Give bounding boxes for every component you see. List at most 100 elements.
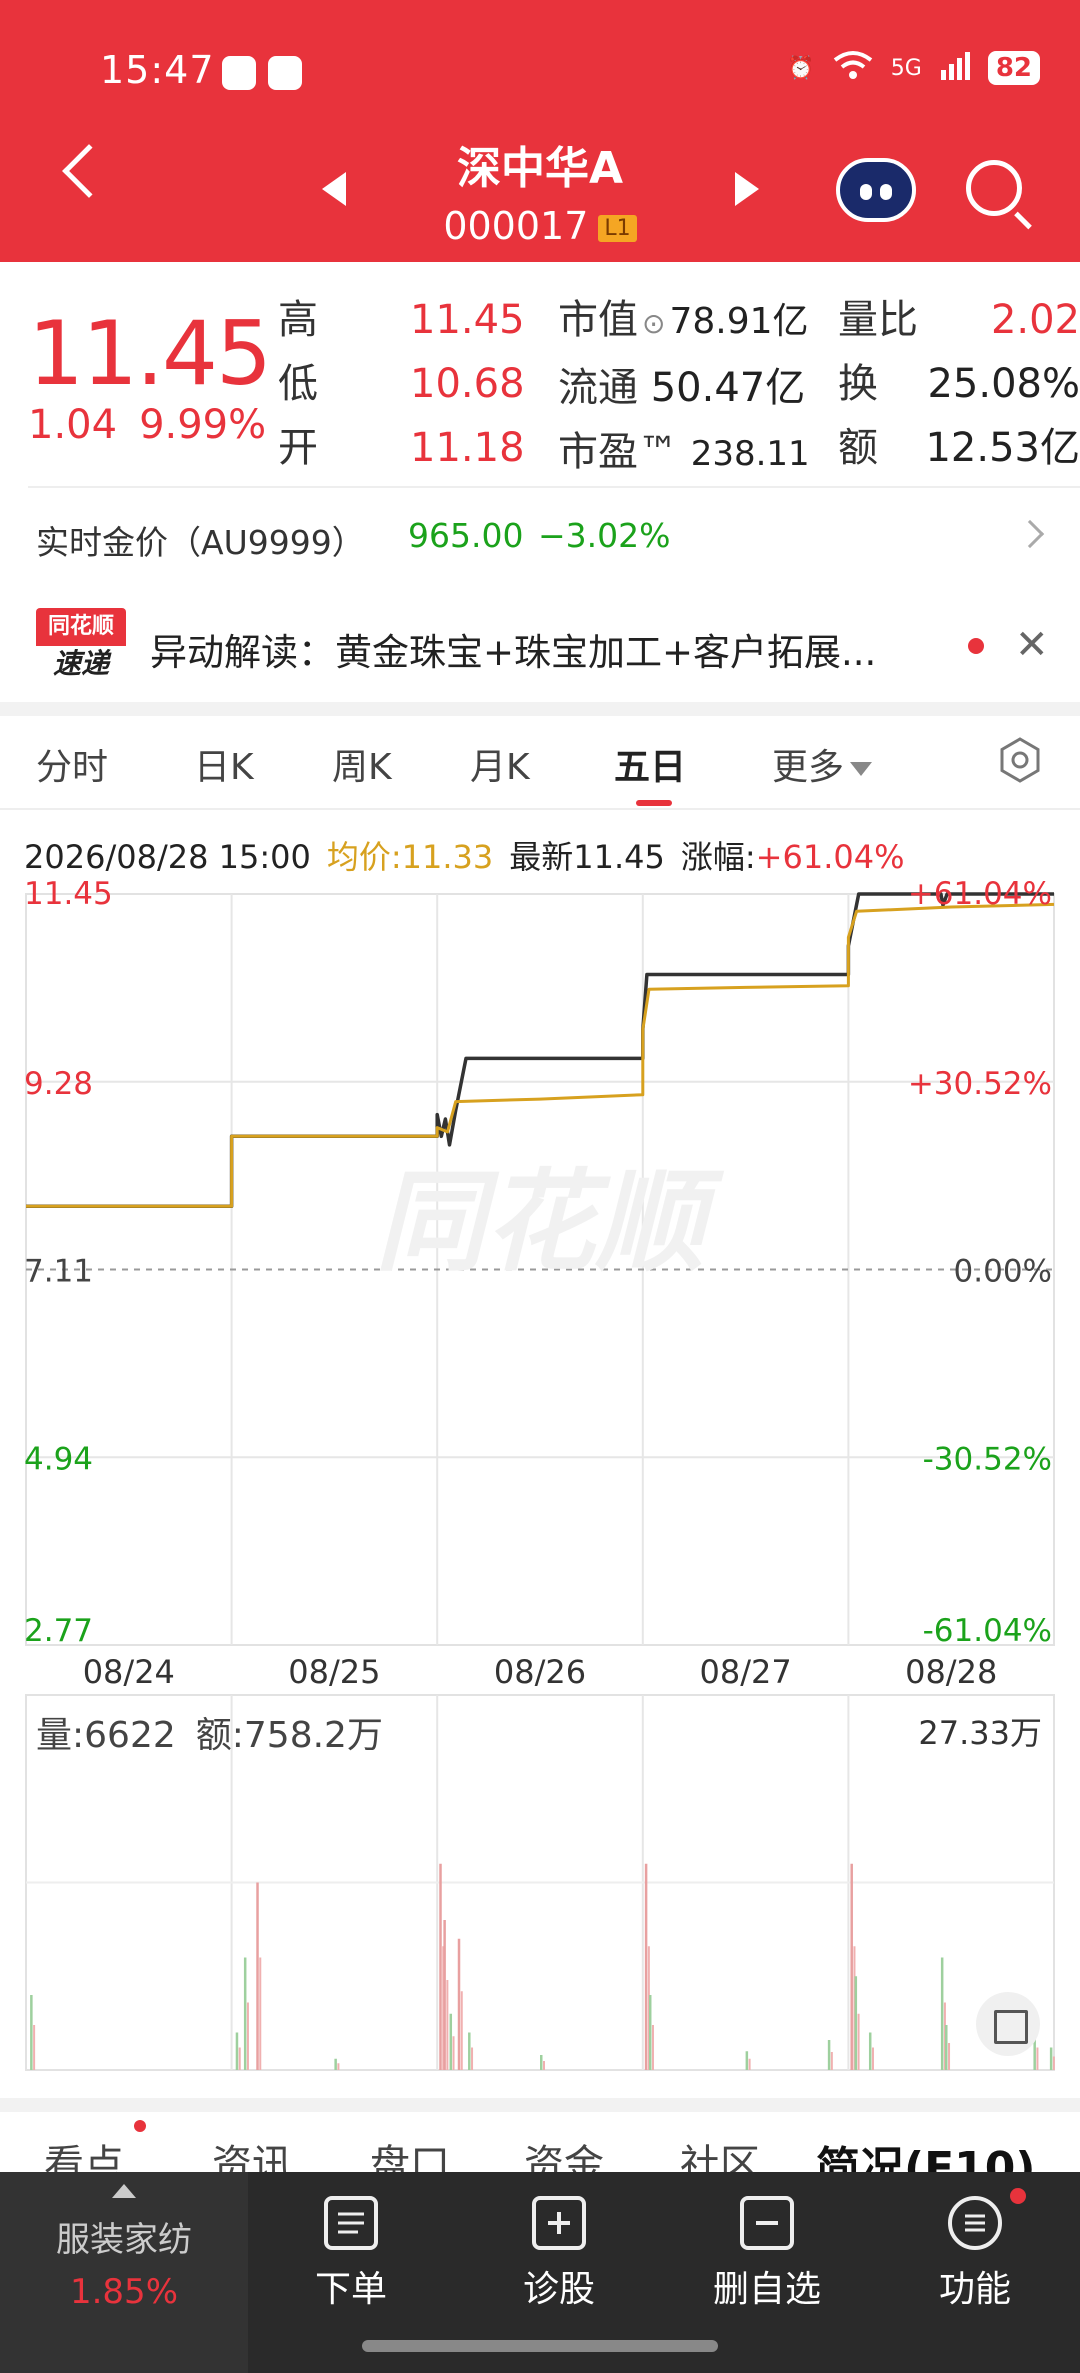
remove-watchlist-icon: [740, 2196, 794, 2250]
high-label: 高: [278, 297, 318, 343]
menu-button[interactable]: 功能: [900, 2190, 1050, 2312]
volume-bar: [33, 2025, 36, 2070]
volume-max-label: 27.33万: [918, 1714, 1042, 1752]
caret-up-icon: [112, 2184, 136, 2198]
tab-funds[interactable]: 资金: [524, 2132, 604, 2172]
divider: [28, 486, 1080, 488]
tab-daily-k[interactable]: 日K: [194, 738, 254, 790]
order-button[interactable]: 下单: [276, 2190, 426, 2312]
tab-f10[interactable]: 简况(F10): [816, 2132, 1036, 2172]
chart-period-tabs: 分时 日K 周K 月K 五日 更多: [0, 716, 1080, 808]
ths-express-logo: 同花顺 速递: [36, 608, 126, 682]
volume-bar: [449, 2013, 453, 2070]
pe-row: 市盈™ 238.11: [558, 420, 810, 486]
tab-news[interactable]: 资讯: [212, 2132, 292, 2172]
tab-weekly-k[interactable]: 周K: [332, 738, 392, 790]
level-badge: L1: [598, 215, 637, 242]
volume-bar: [868, 2032, 872, 2070]
market-cap-row[interactable]: 市值 ⊙ 78.91亿: [558, 288, 810, 356]
volume-bar: [243, 1957, 247, 2070]
app-header: 15:47 ⏰ 5G 82 深中华A 000017 L1: [0, 0, 1080, 262]
tab-highlights[interactable]: 看点: [44, 2132, 124, 2172]
price-change: 1.04 9.99%: [28, 402, 288, 448]
volume-bar: [446, 1980, 449, 2070]
tab-more[interactable]: 更多: [772, 738, 873, 790]
quote-col3: 市值 ⊙ 78.91亿 流通 50.47亿 市盈™ 238.11: [558, 288, 810, 486]
remove-watchlist-button[interactable]: 删自选: [692, 2190, 842, 2312]
volume-bar: [256, 1882, 259, 2070]
stock-code: 000017: [443, 204, 589, 248]
close-icon[interactable]: ✕: [1015, 622, 1049, 668]
unread-dot: [968, 638, 984, 654]
quote-labels-col1: 高 低 开: [278, 288, 318, 480]
volume-bar: [648, 1995, 652, 2070]
section-separator-bottom: [0, 2098, 1080, 2112]
status-app-icons: [222, 56, 302, 90]
pe-value: 238.11: [690, 434, 810, 474]
x-tick-label: 08/27: [699, 1653, 791, 1691]
info-tabs: 看点 资讯 盘口 资金 社区 简况(F10): [0, 2112, 1080, 2172]
highlights-dot: [134, 2120, 146, 2132]
menu-icon: [948, 2196, 1002, 2250]
search-icon[interactable]: [966, 160, 1022, 216]
market-cap-label: 市值: [558, 297, 638, 343]
open-label: 开: [278, 425, 318, 471]
quote-panel: 11.45 1.04 9.99% 高 低 开 11.45 10.68 11.18 …: [0, 262, 1080, 487]
tabs-divider: [0, 808, 1080, 810]
five-day-chart[interactable]: 同花顺 11.45 9.28 7.11 4.94 2.77 +61.04% +30.52% 0.…: [0, 860, 1080, 2090]
home-indicator[interactable]: [362, 2340, 718, 2352]
ai-assistant-icon[interactable]: [836, 158, 916, 222]
volume-bar: [30, 1995, 33, 2070]
sector-button[interactable]: 服装家纺 1.85%: [0, 2172, 248, 2373]
tab-more-label: 更多: [772, 747, 845, 788]
active-tab-indicator: [636, 800, 672, 806]
tab-orderbook[interactable]: 盘口: [370, 2132, 450, 2172]
fullscreen-icon[interactable]: [976, 1992, 1040, 2056]
volume-bar: [945, 2025, 948, 2070]
diagnose-button[interactable]: 诊股: [484, 2190, 634, 2312]
amount-value: 12.53亿: [925, 425, 1080, 471]
volume-bar: [443, 1920, 446, 2070]
gold-value: 965.00: [408, 516, 524, 555]
menu-notification-dot: [1010, 2188, 1026, 2204]
diagnose-icon: [532, 2196, 586, 2250]
next-stock-icon[interactable]: [735, 172, 759, 206]
volume-bar: [452, 2036, 455, 2070]
open-value: 11.18: [410, 425, 525, 471]
volume-bar: [748, 2058, 751, 2070]
signal-icon: [940, 50, 970, 86]
y-tick-right: -61.04%: [923, 1613, 1052, 1649]
logo-bottom-text: 速递: [52, 647, 109, 680]
gold-price-row[interactable]: 实时金价（AU9999） 965.00 −3.02%: [0, 490, 1080, 590]
y-tick-right: -30.52%: [923, 1441, 1052, 1477]
quote-values-col4: 2.02 25.08% 12.53亿: [900, 288, 1080, 480]
volume-bar: [857, 2013, 860, 2070]
tab-intraday[interactable]: 分时: [36, 738, 108, 790]
tab-five-day[interactable]: 五日: [614, 738, 686, 790]
volume-bar: [238, 2047, 241, 2070]
diagnose-label: 诊股: [522, 2269, 595, 2310]
volume-bar: [830, 2052, 833, 2070]
quote-values-col1: 11.45 10.68 11.18: [410, 288, 525, 480]
current-price: 11.45: [28, 302, 272, 405]
sector-name: 服装家纺: [56, 2220, 192, 2260]
high-value: 11.45: [410, 297, 525, 343]
volume-bar: [854, 1976, 858, 2070]
order-label: 下单: [314, 2269, 387, 2310]
volume-bar: [540, 2055, 543, 2070]
battery-indicator: 82: [987, 51, 1040, 85]
menu-label: 功能: [938, 2269, 1011, 2310]
volume-bar: [827, 2040, 831, 2070]
tab-community[interactable]: 社区: [680, 2132, 760, 2172]
settings-icon[interactable]: [996, 736, 1044, 784]
volume-info: 量:6622 额:758.2万: [36, 1706, 403, 1758]
news-bulletin[interactable]: 同花顺 速递 异动解读：黄金珠宝+珠宝加工+客户拓展... ✕: [0, 594, 1080, 702]
tab-monthly-k[interactable]: 月K: [470, 738, 530, 790]
sector-change: 1.85%: [69, 2272, 178, 2312]
y-tick-right: +30.52%: [908, 1066, 1052, 1102]
volume-amount: 额:758.2万: [195, 1715, 383, 1756]
info-circle-icon: ⊙: [642, 307, 666, 340]
y-tick-right: +61.04%: [908, 876, 1052, 912]
float-cap-value: 50.47亿: [650, 365, 806, 411]
chevron-right-icon: [1015, 519, 1045, 549]
